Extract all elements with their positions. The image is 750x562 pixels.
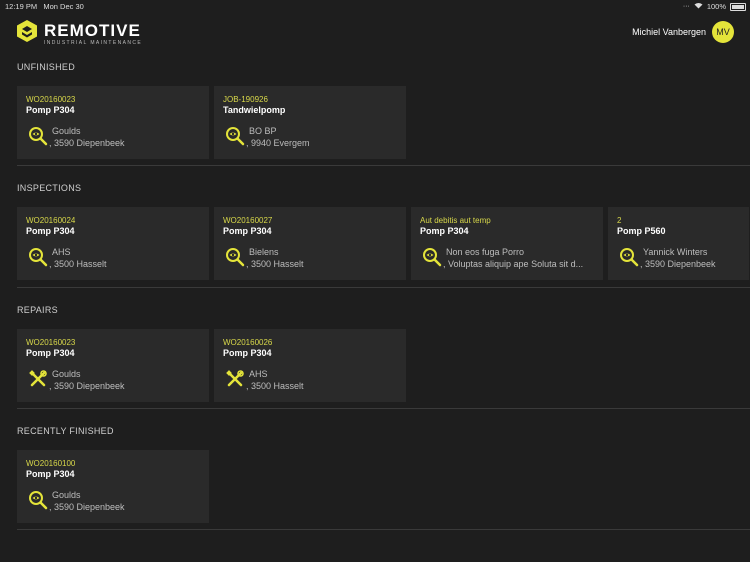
battery-icon (730, 2, 746, 11)
inspect-icon (225, 126, 245, 146)
logo-icon (16, 19, 38, 48)
customer-name: Bielens (249, 247, 279, 257)
job-code: WO20160023 (26, 95, 76, 104)
job-title: Pomp P304 (223, 226, 272, 236)
app-name: REMOTIVE (44, 20, 141, 40)
job-card[interactable]: WO20160024 Pomp P304 AHS , 3500 Hasselt (17, 207, 209, 280)
section-title: RECENTLY FINISHED (17, 426, 114, 436)
job-title: Tandwielpomp (223, 105, 286, 115)
job-card[interactable]: WO20160026 Pomp P304 AHS , 3500 Hasselt (214, 329, 406, 402)
battery-percent: 100% (706, 2, 726, 11)
section-divider (17, 529, 750, 530)
customer-address: , 3500 Hasselt (246, 259, 304, 269)
status-date: Mon Dec 30 (43, 2, 84, 11)
job-code: WO20160024 (26, 216, 76, 225)
job-card[interactable]: WO20160100 Pomp P304 Goulds , 3590 Diepe… (17, 450, 209, 523)
section-divider (17, 287, 750, 288)
avatar[interactable]: MV (712, 21, 734, 43)
job-title: Pomp P304 (26, 469, 75, 479)
customer-name: Non eos fuga Porro (446, 247, 525, 257)
customer-name: Goulds (52, 126, 81, 136)
customer-name: AHS (52, 247, 71, 257)
section-divider (17, 165, 750, 166)
customer-name: Yannick Winters (643, 247, 708, 257)
customer-address: , 3590 Diepenbeek (49, 502, 125, 512)
inspect-icon (28, 126, 48, 146)
signal-icon: ··· (682, 3, 690, 10)
job-card[interactable]: 2 Pomp P560 Yannick Winters , 3590 Diepe… (608, 207, 749, 280)
customer-address: , Voluptas aliquip ape Soluta sit d... (443, 259, 584, 269)
job-code: WO20160027 (223, 216, 273, 225)
customer-address: , 3590 Diepenbeek (49, 381, 125, 391)
section-divider (17, 408, 750, 409)
job-title: Pomp P304 (26, 348, 75, 358)
app-logo[interactable]: REMOTIVE INDUSTRIAL MAINTENANCE (16, 19, 142, 48)
job-title: Pomp P560 (617, 226, 666, 236)
app-tagline: INDUSTRIAL MAINTENANCE (44, 39, 143, 46)
inspect-icon (225, 247, 245, 267)
customer-address: , 3500 Hasselt (246, 381, 304, 391)
job-card[interactable]: WO20160023 Pomp P304 Goulds , 3590 Diepe… (17, 86, 209, 159)
inspect-icon (422, 247, 442, 267)
job-card[interactable]: Aut debitis aut temp Pomp P304 Non eos f… (411, 207, 603, 280)
customer-address: , 3500 Hasselt (49, 259, 107, 269)
customer-name: Goulds (52, 369, 81, 379)
card-row: WO20160100 Pomp P304 Goulds , 3590 Diepe… (17, 450, 214, 523)
wifi-icon (694, 2, 703, 11)
customer-name: Goulds (52, 490, 81, 500)
job-code: JOB-190926 (223, 95, 268, 104)
customer-address: , 3590 Diepenbeek (49, 138, 125, 148)
section-title: INSPECTIONS (17, 183, 82, 193)
card-row: WO20160023 Pomp P304 Goulds , 3590 Diepe… (17, 86, 411, 159)
repair-icon (225, 369, 245, 389)
job-card[interactable]: WO20160023 Pomp P304 Goulds , 3590 Diepe… (17, 329, 209, 402)
card-row: WO20160024 Pomp P304 AHS , 3500 Hasselt … (17, 207, 749, 280)
job-title: Pomp P304 (420, 226, 469, 236)
job-code: 2 (617, 216, 622, 225)
customer-address: , 9940 Evergem (246, 138, 310, 148)
status-right: ··· 100% (683, 2, 746, 11)
status-time: 12:19 PM Mon Dec 30 (5, 2, 84, 11)
job-card[interactable]: WO20160027 Pomp P304 Bielens , 3500 Hass… (214, 207, 406, 280)
customer-name: AHS (249, 369, 268, 379)
user-menu[interactable]: Michiel Vanbergen MV (632, 21, 734, 43)
job-title: Pomp P304 (26, 226, 75, 236)
status-time-text: 12:19 PM (5, 2, 38, 11)
status-bar: 12:19 PM Mon Dec 30 ··· 100% (0, 0, 750, 12)
inspect-icon (28, 247, 48, 267)
customer-name: BO BP (249, 126, 277, 136)
job-code: Aut debitis aut temp (420, 216, 491, 225)
repair-icon (28, 369, 48, 389)
user-name: Michiel Vanbergen (632, 27, 706, 37)
job-code: WO20160100 (26, 459, 76, 468)
customer-address: , 3590 Diepenbeek (640, 259, 716, 269)
card-row: WO20160023 Pomp P304 Goulds , 3590 Diepe… (17, 329, 411, 402)
job-card[interactable]: JOB-190926 Tandwielpomp BO BP , 9940 Eve… (214, 86, 406, 159)
job-title: Pomp P304 (26, 105, 75, 115)
app-header: REMOTIVE INDUSTRIAL MAINTENANCE Michiel … (0, 12, 750, 52)
inspect-icon (28, 490, 48, 510)
inspect-icon (619, 247, 639, 267)
job-code: WO20160026 (223, 338, 273, 347)
job-code: WO20160023 (26, 338, 76, 347)
section-title: REPAIRS (17, 305, 58, 315)
section-title: UNFINISHED (17, 62, 76, 72)
brand-text: REMOTIVE INDUSTRIAL MAINTENANCE (44, 22, 142, 46)
job-title: Pomp P304 (223, 348, 272, 358)
